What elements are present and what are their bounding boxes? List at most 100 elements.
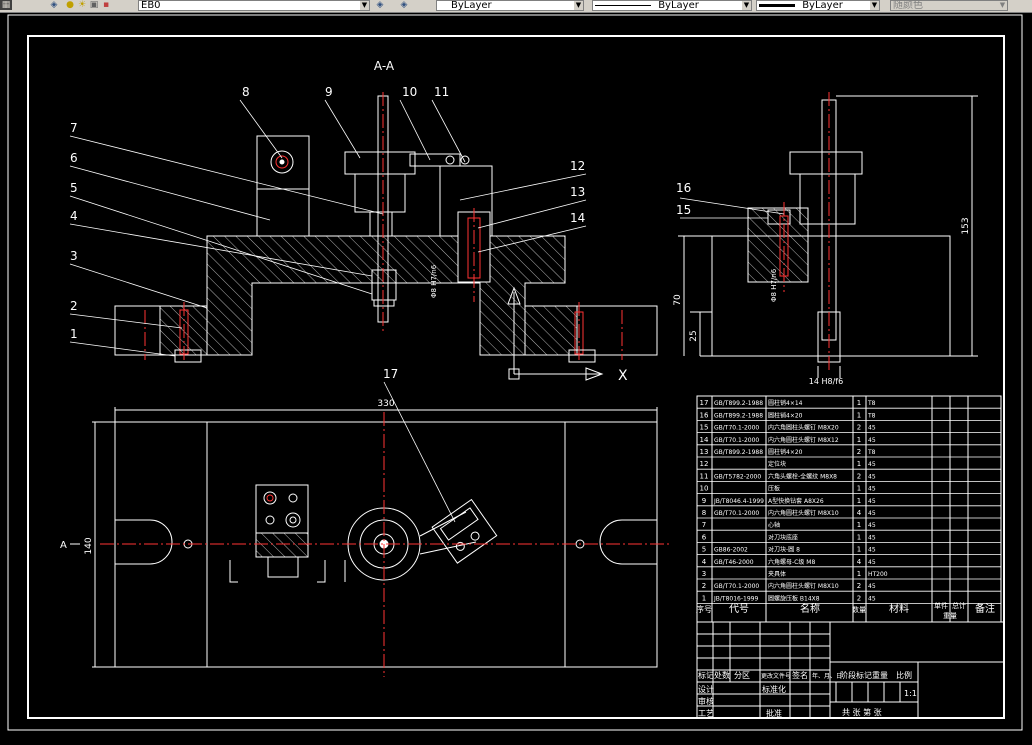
bom-cell-no: 10	[700, 485, 709, 493]
sun-icon[interactable]: ☀	[76, 0, 88, 10]
bom-cell-code: GB86-2002	[714, 547, 748, 554]
dim-width: 330	[377, 399, 394, 409]
bom-header-unit: 单件	[934, 601, 948, 610]
bom-cell-code: GB/T899.2-1988	[714, 449, 763, 456]
bom-cell-qty: 4	[857, 509, 862, 517]
bom-cell-no: 14	[700, 436, 709, 444]
balloon-4: 4	[70, 209, 78, 223]
bom-cell-no: 6	[702, 533, 707, 541]
bom-header-total: 总计	[952, 601, 966, 610]
lightbulb-icon[interactable]: ●	[64, 0, 76, 10]
layer-manager-icon[interactable]: ▦	[0, 0, 12, 10]
chevron-down-icon: ▼	[998, 1, 1007, 10]
dim-total-height: 153	[961, 217, 971, 234]
bom-cell-no: 7	[702, 521, 706, 529]
bom-rows: 17 GB/T899.2-1988 圆柱销4×14 1 T816 GB/T899.2-19…	[697, 399, 1001, 604]
layer-dropdown[interactable]: EB0 ▼	[138, 0, 370, 11]
bom-header-mat: 材料	[889, 602, 909, 615]
bom-cell-mat: 45	[868, 534, 876, 541]
bom-cell-code: GB/T46-2000	[714, 559, 754, 566]
chevron-down-icon: ▼	[742, 1, 751, 10]
bom-cell-name: 内六角圆柱头螺钉 M8X12	[768, 436, 839, 444]
balloon-12: 12	[570, 159, 585, 173]
bom-cell-mat: T8	[867, 449, 876, 456]
front-section-view	[114, 95, 658, 363]
bom-cell-code: JB/T8016-1999	[713, 595, 758, 602]
bom-cell-code: GB/T70.1-2000	[714, 425, 759, 432]
layer-value: EB0	[141, 0, 161, 11]
bom-cell-name: 内六角圆柱头螺钉 M8X10	[768, 509, 839, 517]
balloon-14: 14	[570, 211, 585, 225]
balloon-5: 5	[70, 181, 78, 195]
lineweight-dropdown[interactable]: ByLayer ▼	[756, 0, 880, 11]
bom-cell-name: 心轴	[768, 521, 780, 529]
plotstyle-dropdown[interactable]: 随颜色 ▼	[890, 0, 1008, 11]
bom-cell-qty: 2	[857, 582, 861, 590]
balloon-15: 15	[676, 203, 691, 217]
top-centerlines	[100, 412, 672, 677]
bom-cell-name: 压板	[768, 485, 780, 493]
bom-cell-mat: 45	[868, 559, 876, 566]
bom-cell-qty: 2	[857, 448, 861, 456]
bom-cell-mat: 45	[868, 473, 876, 480]
bom-cell-mat: 45	[868, 498, 876, 505]
chevron-down-icon: ▼	[870, 1, 879, 10]
bom-header-qty: 数量	[852, 605, 866, 614]
dim-mid-height: 70	[673, 294, 683, 306]
make-current-icon[interactable]: ◈	[374, 0, 386, 10]
tb-sheets: 共 张 第 张	[842, 707, 882, 717]
linetype-dropdown[interactable]: ByLayer ▼	[592, 0, 752, 11]
bom-cell-qty: 2	[857, 472, 861, 480]
section-label: A-A	[374, 59, 395, 73]
tb-count: 处数	[714, 670, 730, 680]
chevron-down-icon: ▼	[574, 1, 583, 10]
bom-cell-code: GB/T899.2-1988	[714, 400, 763, 407]
color-swatch-icon[interactable]: ▪	[100, 0, 112, 10]
bom-cell-no: 4	[702, 558, 707, 566]
bom-cell-code: GB/T70.1-2000	[714, 437, 759, 444]
bom-cell-no: 13	[700, 448, 709, 456]
bom-cell-qty: 1	[857, 570, 861, 578]
bom-cell-qty: 1	[857, 546, 861, 554]
bom-cell-name: 圆柱销4×14	[768, 399, 803, 407]
tb-date: 年、月、日	[812, 672, 842, 680]
bom-cell-qty: 1	[857, 485, 861, 493]
dim-width-lines	[92, 407, 658, 668]
bom-cell-name: 圆螺旋压板 B14X8	[768, 594, 820, 602]
bom-cell-qty: 2	[857, 594, 861, 602]
bom-cell-name: 定位块	[768, 460, 786, 468]
outer-border	[7, 14, 1023, 731]
bom-header-code: 代号	[729, 603, 749, 615]
bom-cell-qty: 1	[857, 533, 861, 541]
bom-cell-no: 5	[702, 546, 706, 554]
balloon-10: 10	[402, 85, 417, 99]
balloon-1: 1	[70, 327, 78, 341]
bom-cell-qty: 1	[857, 521, 861, 529]
bom-cell-code: GB/T5782-2000	[714, 473, 761, 480]
bom-cell-no: 12	[700, 460, 709, 468]
linetype-value: ByLayer	[658, 0, 699, 11]
bom-cell-no: 15	[700, 424, 709, 432]
color-value: ByLayer	[451, 0, 492, 11]
bom-header-name: 名称	[800, 602, 820, 615]
bom-cell-mat: 45	[868, 522, 876, 529]
model-space-canvas[interactable]: A-A X Φ8 H7/n6 Φ8 H7/n6 14 H8/f6 153 70 …	[0, 12, 1032, 741]
color-dropdown[interactable]: ByLayer ▼	[436, 0, 584, 11]
bom-header-weight: 重量	[943, 612, 957, 620]
bom-cell-mat: 45	[868, 461, 876, 468]
balloon-9: 9	[325, 85, 333, 99]
bom-header-no: 序号	[696, 604, 712, 614]
bom-cell-code: GB/T70.1-2000	[714, 583, 759, 590]
fit-note-1: Φ8 H7/n6	[430, 264, 438, 298]
bom-cell-mat: 45	[868, 583, 876, 590]
linetype-sample	[595, 4, 651, 6]
fit-note-3: 14 H8/f6	[809, 377, 843, 386]
lock-icon[interactable]: ▣	[88, 0, 100, 10]
ucs-x-label: X	[618, 368, 628, 384]
bom-cell-no: 16	[700, 411, 709, 419]
bom-cell-mat: 45	[868, 486, 876, 493]
tb-zone: 分区	[734, 671, 750, 680]
layer-previous-icon[interactable]: ◈	[398, 0, 410, 10]
bom-cell-no: 11	[700, 472, 709, 480]
layer-states-icon[interactable]: ◈	[48, 0, 60, 10]
